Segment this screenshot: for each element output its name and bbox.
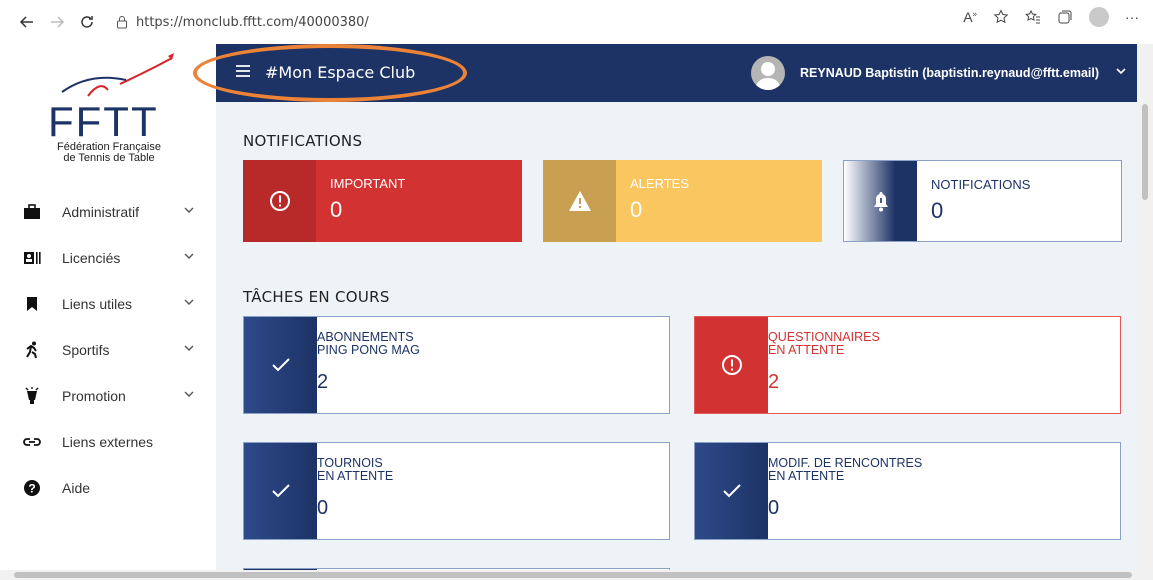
back-button[interactable]	[12, 7, 42, 37]
briefcase-icon	[22, 204, 42, 220]
notif-count: 0	[931, 198, 944, 223]
star-add-icon[interactable]	[993, 9, 1009, 25]
sidebar-item-label: Liens externes	[62, 434, 154, 450]
lock-icon	[117, 16, 127, 29]
sidebar-item-label: Licenciés	[62, 250, 121, 266]
task-card-abonnements[interactable]: ABONNEMENTS PING PONG MAG 2	[243, 316, 670, 414]
help-icon: ?	[22, 479, 42, 497]
address-bar[interactable]: https://monclub.fftt.com/40000380/	[116, 15, 369, 30]
trophy-icon	[22, 387, 42, 405]
sidebar-item-aide[interactable]: ? Aide	[0, 465, 216, 511]
check-icon	[244, 317, 317, 413]
notif-count: 0	[630, 197, 643, 222]
sidebar-item-label: Administratif	[62, 204, 140, 220]
sidebar-item-label: Liens utiles	[62, 296, 133, 312]
profile-avatar[interactable]	[1089, 7, 1109, 27]
svg-text:?: ?	[28, 482, 35, 496]
sidebar-item-administratif[interactable]: Administratif	[0, 189, 216, 235]
forward-button[interactable]	[42, 7, 72, 37]
notif-label: NOTIFICATIONS	[931, 177, 1031, 192]
horizontal-scrollbar[interactable]	[0, 570, 1153, 580]
user-silhouette-icon	[755, 62, 781, 90]
notif-card-important[interactable]: IMPORTANT 0	[243, 160, 522, 242]
tasks-section-title: TÂCHES EN COURS	[243, 288, 390, 306]
user-name[interactable]: REYNAUD Baptistin (baptistin.reynaud@fft…	[800, 66, 1099, 80]
sidebar-menu: Administratif Licenciés Liens utiles Spo…	[0, 189, 216, 511]
reload-button[interactable]	[72, 7, 102, 37]
scrollbar-thumb[interactable]	[1142, 104, 1148, 200]
chevron-down-icon	[184, 299, 194, 305]
sidebar-item-liens-utiles[interactable]: Liens utiles	[0, 281, 216, 327]
task-card-tournois[interactable]: TOURNOIS EN ATTENTE 0	[243, 442, 670, 540]
sidebar-item-label: Sportifs	[62, 342, 110, 358]
vertical-scrollbar[interactable]	[1137, 44, 1153, 570]
sidebar-item-sportifs[interactable]: Sportifs	[0, 327, 216, 373]
notif-count: 0	[330, 197, 343, 222]
task-label-line2: PING PONG MAG	[317, 343, 420, 357]
chevron-down-icon[interactable]	[1116, 68, 1126, 75]
runner-icon	[22, 341, 42, 359]
more-menu-button[interactable]: ···	[1125, 9, 1139, 25]
check-icon	[695, 443, 768, 539]
task-label-line2: EN ATTENTE	[768, 343, 845, 357]
task-label-line2: EN ATTENTE	[317, 469, 394, 483]
browser-toolbar: https://monclub.fftt.com/40000380/ A» ··…	[0, 0, 1153, 44]
task-count: 2	[768, 371, 780, 393]
highlight-annotation	[193, 44, 467, 102]
arrow-left-icon	[19, 16, 33, 28]
favorites-icon[interactable]	[1025, 9, 1041, 25]
bell-icon	[844, 161, 917, 241]
chevron-down-icon	[184, 207, 194, 213]
exclamation-circle-icon	[243, 160, 316, 242]
warning-triangle-icon	[543, 160, 616, 242]
bookmark-icon	[22, 296, 42, 312]
notif-label: IMPORTANT	[330, 176, 406, 191]
arrow-right-icon	[51, 16, 65, 28]
task-card-modif-rencontres[interactable]: MODIF. DE RENCONTRES EN ATTENTE 0	[694, 442, 1121, 540]
scrollbar-thumb[interactable]	[14, 572, 1132, 578]
task-count: 0	[317, 497, 329, 519]
id-card-icon	[22, 251, 42, 265]
task-card-questionnaires[interactable]: QUESTIONNAIRES EN ATTENTE 2	[694, 316, 1121, 414]
notif-card-notifications[interactable]: NOTIFICATIONS 0	[843, 160, 1122, 242]
reload-icon	[81, 16, 93, 28]
notif-label: ALERTES	[630, 176, 690, 191]
chevron-down-icon	[184, 345, 194, 351]
sidebar: FFTT Fédération Française de Tennis de T…	[0, 44, 216, 570]
read-aloud-icon[interactable]: A»	[963, 9, 977, 25]
main-content: NOTIFICATIONS IMPORTANT 0 ALERTES 0 NOTI…	[216, 102, 1137, 578]
user-avatar[interactable]	[751, 56, 785, 90]
chevron-down-icon	[184, 253, 194, 259]
notif-card-alertes[interactable]: ALERTES 0	[543, 160, 822, 242]
check-icon	[244, 443, 317, 539]
exclamation-circle-icon	[695, 317, 768, 413]
sidebar-item-label: Aide	[62, 480, 91, 496]
chevron-down-icon	[184, 391, 194, 397]
logo-caption: Fédération Française de Tennis de Table	[57, 141, 161, 164]
sidebar-item-licencies[interactable]: Licenciés	[0, 235, 216, 281]
collections-icon[interactable]	[1057, 9, 1073, 25]
task-label-line2: EN ATTENTE	[768, 469, 845, 483]
sidebar-item-label: Promotion	[62, 388, 126, 404]
svg-text:FFTT: FFTT	[48, 98, 159, 145]
task-count: 2	[317, 371, 329, 393]
sidebar-item-liens-externes[interactable]: Liens externes	[0, 419, 216, 465]
link-icon	[22, 437, 42, 447]
url-text: https://monclub.fftt.com/40000380/	[136, 14, 369, 30]
sidebar-item-promotion[interactable]: Promotion	[0, 373, 216, 419]
notifications-section-title: NOTIFICATIONS	[243, 132, 363, 150]
task-count: 0	[768, 497, 780, 519]
